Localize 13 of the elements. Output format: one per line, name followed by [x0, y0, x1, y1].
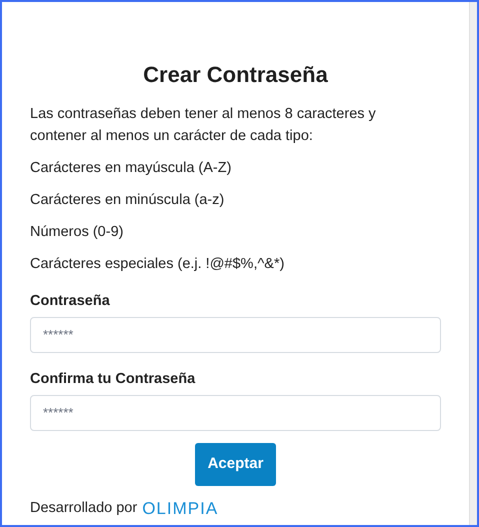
field-label: Contraseña [30, 292, 111, 311]
accept-button[interactable]: Aceptar [195, 442, 276, 486]
field-label: Confirma tu Contraseña [30, 370, 196, 389]
password-field[interactable]: ****** [30, 316, 441, 353]
requirement-text: Carácteres en minúscula (a-z) [30, 191, 226, 210]
requirement-text: Carácteres especiales (e.j. !@#$%,^&*) [30, 255, 286, 274]
brand-logo: OLIMPIA [142, 500, 218, 517]
requirement-text: Números (0-9) [30, 223, 124, 242]
requirement-text: Carácteres en mayúscula (A-Z) [30, 159, 232, 178]
page-title: Crear Contraseña [142, 61, 329, 89]
password-field[interactable]: ****** [30, 394, 441, 430]
intro-text: Las contraseñas deben tener al menos 8 caracteres y contener al menos un carácter de cada tipo: [30, 105, 377, 146]
footer-text: Desarrollado por [30, 498, 138, 518]
